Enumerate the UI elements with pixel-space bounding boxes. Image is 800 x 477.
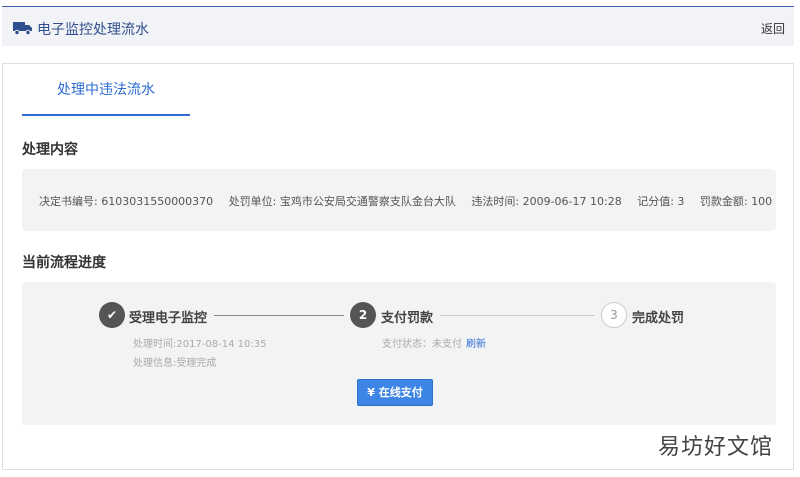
step-connector-2 <box>440 315 595 316</box>
watermark-text: 易坊好文馆 <box>657 435 773 460</box>
points-value: 记分值: 3 <box>637 195 685 208</box>
step3-label: 完成处罚 <box>632 311 685 326</box>
penalty-unit: 处罚单位: 宝鸡市公安局交通警察支队金台大队 <box>228 195 456 208</box>
step3-number: 3 <box>601 302 627 328</box>
content-fields: 决定书编号: 6103031550000370 处罚单位: 宝鸡市公安局交通警察… <box>39 193 784 209</box>
content-section-title: 处理内容 <box>22 142 78 158</box>
back-link[interactable]: 返回 <box>761 20 785 37</box>
progress-box: ✔ 受理电子监控 处理时间:2017-08-14 10:35 处理信息:受理完成… <box>22 282 776 425</box>
page-title: 电子监控处理流水 <box>37 22 149 38</box>
step2-number: 2 <box>350 302 376 328</box>
violation-time: 违法时间: 2009-06-17 10:28 <box>471 195 622 208</box>
step2-status-line: 支付状态：未支付 刷新 <box>382 335 486 350</box>
step2-label: 支付罚款 <box>381 311 434 326</box>
main-card: 处理中违法流水 处理内容 决定书编号: 6103031550000370 处罚单… <box>2 63 794 470</box>
step1-label: 受理电子监控 <box>129 311 208 326</box>
fine-amount: 罚款金额: 100 <box>699 195 773 208</box>
decision-number: 决定书编号: 6103031550000370 <box>39 195 214 208</box>
top-header: 电子监控处理流水 返回 <box>2 6 794 46</box>
online-pay-button[interactable]: ¥ 在线支付 <box>357 379 433 406</box>
step-connector-1 <box>214 315 344 316</box>
payment-status: 支付状态：未支付 <box>382 339 462 350</box>
step1-check-icon: ✔ <box>99 302 125 328</box>
tab-processing-violations[interactable]: 处理中违法流水 <box>22 78 190 116</box>
step1-time: 处理时间:2017-08-14 10:35 <box>133 339 267 350</box>
refresh-link[interactable]: 刷新 <box>466 339 486 350</box>
content-box: 决定书编号: 6103031550000370 处罚单位: 宝鸡市公安局交通警察… <box>22 169 776 231</box>
truck-icon <box>13 22 32 35</box>
progress-section-title: 当前流程进度 <box>22 255 106 271</box>
step1-info: 处理信息:受理完成 <box>133 358 217 369</box>
